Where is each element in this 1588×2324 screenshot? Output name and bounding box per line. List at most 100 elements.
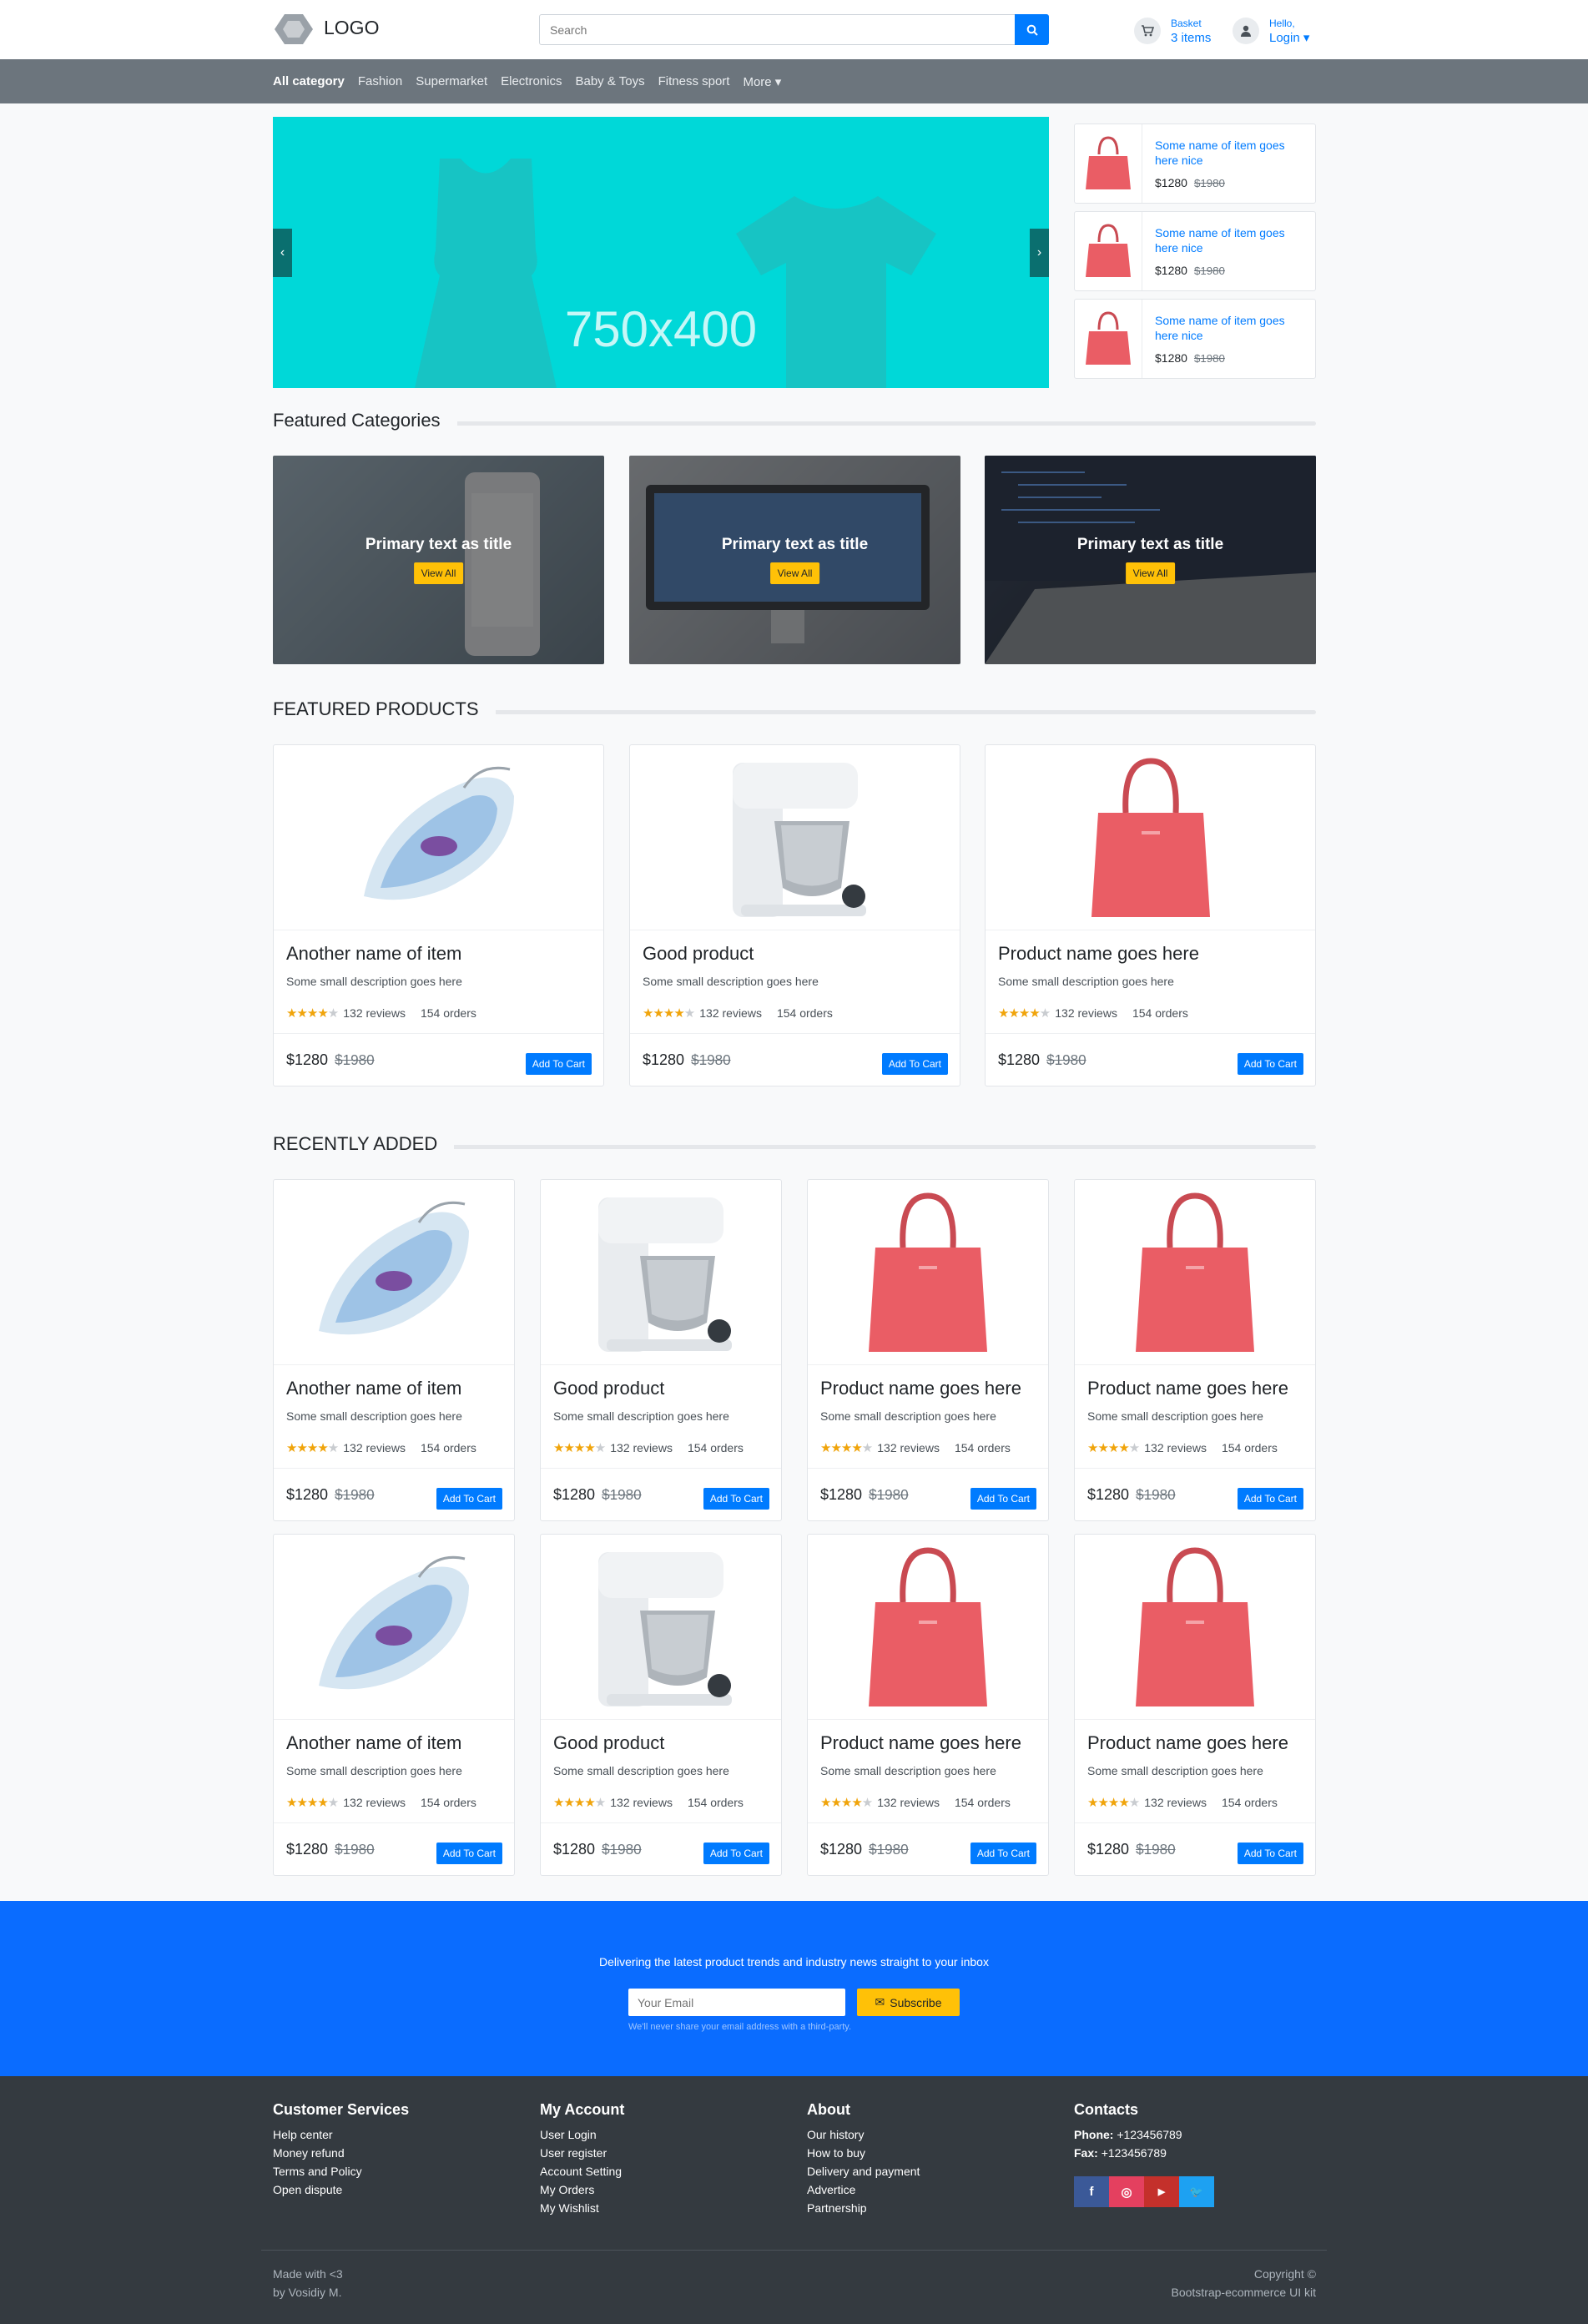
product-image[interactable] (274, 1180, 514, 1365)
product-image[interactable] (1075, 1535, 1315, 1720)
product-image[interactable] (274, 745, 603, 930)
view-all-button[interactable]: View All (413, 562, 464, 584)
footer-link[interactable]: Our history (807, 2125, 920, 2144)
search-input[interactable] (540, 15, 1016, 44)
side-deal-item[interactable]: Some name of item goes here nice $1280 $1… (1074, 299, 1316, 379)
youtube-icon[interactable]: ▶ (1144, 2176, 1179, 2207)
nav-item-more[interactable]: More ▾ (743, 74, 781, 89)
view-all-button[interactable]: View All (1125, 562, 1176, 584)
email-input[interactable] (628, 1989, 845, 2016)
category-card[interactable]: Primary text as title View All (985, 456, 1316, 664)
facebook-icon[interactable]: f (1074, 2176, 1109, 2207)
product-name[interactable]: Another name of item (286, 1732, 461, 1754)
footer-link[interactable]: User register (540, 2144, 624, 2162)
login-link[interactable]: Login ▾ (1269, 31, 1309, 45)
rating-stars-icon: ★★★★★ (286, 1796, 339, 1810)
add-to-cart-button[interactable]: Add To Cart (881, 1053, 948, 1075)
basket-count: 3 items (1171, 31, 1212, 45)
nav-item-baby-toys[interactable]: Baby & Toys (575, 74, 644, 88)
product-name[interactable]: Product name goes here (820, 1732, 1021, 1754)
carousel-next-button[interactable]: › (1030, 229, 1049, 277)
logo-icon[interactable] (273, 13, 315, 46)
instagram-icon[interactable]: ◎ (1109, 2176, 1144, 2207)
footer-link[interactable]: Open dispute (273, 2180, 409, 2199)
category-card[interactable]: Primary text as title View All (629, 456, 960, 664)
product-card[interactable]: Product name goes here Some small descrip… (807, 1179, 1049, 1521)
product-name[interactable]: Good product (553, 1732, 664, 1754)
product-image[interactable] (541, 1535, 781, 1720)
nav-item-fashion[interactable]: Fashion (358, 74, 402, 88)
product-name[interactable]: Product name goes here (998, 943, 1199, 965)
footer-link[interactable]: My Orders (540, 2180, 624, 2199)
product-meta: ★★★★★ 132 reviews 154 orders (1087, 1795, 1278, 1810)
side-item-name[interactable]: Some name of item goes here nice (1155, 225, 1305, 255)
footer-link[interactable]: User Login (540, 2125, 624, 2144)
product-image[interactable] (986, 745, 1315, 930)
logo-text[interactable]: LOGO (324, 17, 379, 39)
product-card[interactable]: Product name goes here Some small descrip… (985, 744, 1316, 1086)
hero-carousel[interactable]: 750x400 ‹ › (273, 117, 1049, 388)
add-to-cart-button[interactable]: Add To Cart (436, 1488, 502, 1510)
product-name[interactable]: Product name goes here (820, 1378, 1021, 1399)
side-item-price: $1280 $1980 (1155, 351, 1225, 365)
footer-link[interactable]: Advertice (807, 2180, 920, 2199)
product-name[interactable]: Another name of item (286, 943, 461, 965)
product-image[interactable] (808, 1535, 1048, 1720)
product-image[interactable] (808, 1180, 1048, 1365)
product-image[interactable] (630, 745, 960, 930)
footer-link[interactable]: Money refund (273, 2144, 409, 2162)
product-card[interactable]: Good product Some small description goes … (540, 1179, 782, 1521)
nav-item-supermarket[interactable]: Supermarket (416, 74, 487, 88)
add-to-cart-button[interactable]: Add To Cart (703, 1488, 769, 1510)
product-name[interactable]: Product name goes here (1087, 1732, 1288, 1754)
side-item-name[interactable]: Some name of item goes here nice (1155, 313, 1305, 343)
product-card[interactable]: Good product Some small description goes … (540, 1534, 782, 1876)
product-image[interactable] (1075, 1180, 1315, 1365)
add-to-cart-button[interactable]: Add To Cart (970, 1843, 1036, 1864)
product-description: Some small description goes here (286, 1764, 462, 1777)
product-card[interactable]: Another name of item Some small descripti… (273, 744, 604, 1086)
add-to-cart-button[interactable]: Add To Cart (703, 1843, 769, 1864)
user-widget[interactable]: Hello, Login ▾ (1233, 17, 1309, 45)
footer-link[interactable]: My Wishlist (540, 2199, 624, 2217)
product-card[interactable]: Another name of item Some small descripti… (273, 1179, 515, 1521)
product-card[interactable]: Product name goes here Some small descrip… (807, 1534, 1049, 1876)
product-card[interactable]: Product name goes here Some small descrip… (1074, 1534, 1316, 1876)
product-image[interactable] (541, 1180, 781, 1365)
product-card[interactable]: Product name goes here Some small descrip… (1074, 1179, 1316, 1521)
product-name[interactable]: Good product (553, 1378, 664, 1399)
footer-link[interactable]: Delivery and payment (807, 2162, 920, 2180)
footer-link[interactable]: How to buy (807, 2144, 920, 2162)
twitter-icon[interactable]: 🐦 (1179, 2176, 1214, 2207)
side-item-name[interactable]: Some name of item goes here nice (1155, 138, 1305, 168)
add-to-cart-button[interactable]: Add To Cart (970, 1488, 1036, 1510)
add-to-cart-button[interactable]: Add To Cart (1237, 1843, 1303, 1864)
nav-item-fitness-sport[interactable]: Fitness sport (658, 74, 730, 88)
nav-item-electronics[interactable]: Electronics (501, 74, 562, 88)
product-name[interactable]: Product name goes here (1087, 1378, 1288, 1399)
newsletter-section: Delivering the latest product trends and… (0, 1901, 1588, 2076)
add-to-cart-button[interactable]: Add To Cart (1237, 1488, 1303, 1510)
carousel-prev-button[interactable]: ‹ (273, 229, 292, 277)
product-card[interactable]: Good product Some small description goes … (629, 744, 960, 1086)
product-name[interactable]: Another name of item (286, 1378, 461, 1399)
add-to-cart-button[interactable]: Add To Cart (1237, 1053, 1303, 1075)
footer-link[interactable]: Help center (273, 2125, 409, 2144)
side-deal-item[interactable]: Some name of item goes here nice $1280 $1… (1074, 124, 1316, 204)
subscribe-button[interactable]: ✉ Subscribe (857, 1989, 960, 2016)
search-button[interactable] (1015, 14, 1049, 45)
product-image[interactable] (274, 1535, 514, 1720)
add-to-cart-button[interactable]: Add To Cart (525, 1053, 592, 1075)
footer-link[interactable]: Account Setting (540, 2162, 624, 2180)
footer-link[interactable]: Terms and Policy (273, 2162, 409, 2180)
product-card[interactable]: Another name of item Some small descripti… (273, 1534, 515, 1876)
nav-item-all-category[interactable]: All category (273, 74, 345, 88)
product-meta: ★★★★★ 132 reviews 154 orders (286, 1006, 476, 1021)
product-name[interactable]: Good product (643, 943, 754, 965)
footer-link[interactable]: Partnership (807, 2199, 920, 2217)
basket-widget[interactable]: Basket 3 items (1134, 17, 1211, 45)
category-card[interactable]: Primary text as title View All (273, 456, 604, 664)
side-deal-item[interactable]: Some name of item goes here nice $1280 $1… (1074, 211, 1316, 291)
view-all-button[interactable]: View All (769, 562, 820, 584)
add-to-cart-button[interactable]: Add To Cart (436, 1843, 502, 1864)
